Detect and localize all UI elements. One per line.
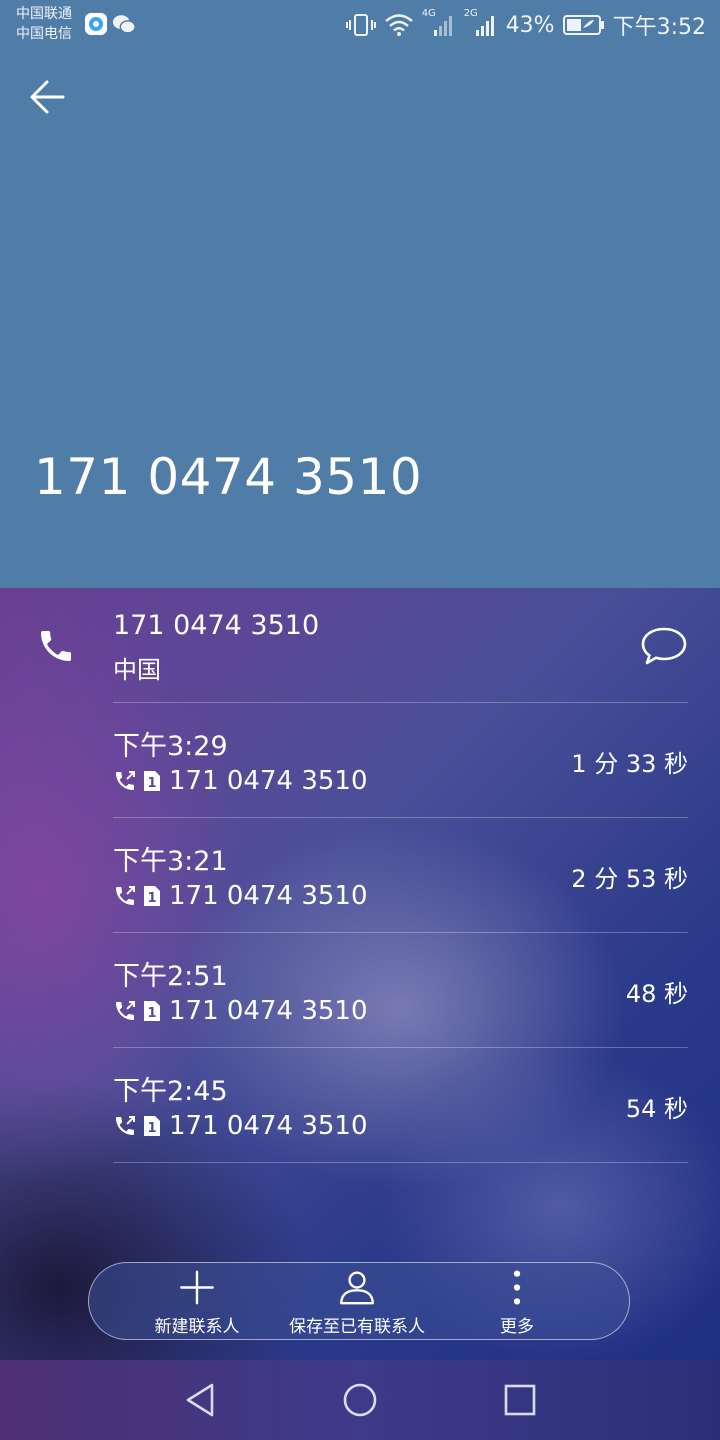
arrow-left-icon [30,80,65,114]
signal-1: 4G [422,8,456,38]
contact-header: 中国联通 中国电信 4G 2G 43% 下午3:52 171 0474 3510 [0,0,720,588]
call-number: 171 0474 3510 [169,1111,368,1141]
sim-1-icon: 1 [144,771,160,791]
sim-1-icon: 1 [144,886,160,906]
call-duration: 2 分 53 秒 [571,865,688,893]
wifi-icon [384,14,413,36]
call-meta: 1 171 0474 3510 [113,881,368,911]
clock: 下午3:52 [612,15,706,40]
status-indicators: 4G 2G 43% 下午3:52 [345,8,706,42]
navigation-bar [0,1360,720,1440]
nav-back-button[interactable] [180,1380,220,1420]
svg-text:1: 1 [147,776,156,791]
call-time: 下午3:29 [113,731,228,762]
call-time: 下午2:51 [113,961,228,992]
outgoing-call-icon [116,886,135,905]
more-button[interactable]: 更多 [487,1269,547,1337]
square-recents-icon [504,1384,536,1416]
svg-text:1: 1 [147,891,156,906]
call-time: 下午2:45 [113,1076,228,1107]
call-log-row[interactable]: 下午3:29 1 171 0474 3510 1 分 33 秒 [0,702,720,817]
battery-percent: 43% [505,12,555,38]
signal-2: 2G [464,8,498,38]
call-meta: 1 171 0474 3510 [113,766,368,796]
contact-location: 中国 [113,656,161,684]
call-meta: 1 171 0474 3510 [113,1111,368,1141]
action-bar: 新建联系人 保存至已有联系人 更多 [88,1262,630,1340]
sim-1-icon: 1 [144,1116,160,1136]
vibrate-icon [345,14,376,36]
signal-2-label: 2G [463,8,478,19]
call-duration: 1 分 33 秒 [571,750,688,778]
save-to-existing-button[interactable]: 保存至已有联系人 [277,1269,437,1337]
circle-home-icon [343,1383,377,1417]
sim-1-icon: 1 [144,1001,160,1021]
call-number: 171 0474 3510 [169,766,368,796]
call-time: 下午3:21 [113,846,228,877]
call-log-row[interactable]: 下午2:45 1 171 0474 3510 54 秒 [0,1047,720,1162]
nav-recents-button[interactable] [500,1380,540,1420]
nav-home-button[interactable] [340,1380,380,1420]
save-to-existing-label: 保存至已有联系人 [289,1317,425,1337]
app-notification-icon [85,13,107,35]
call-number: 171 0474 3510 [169,996,368,1026]
svg-text:1: 1 [147,1006,156,1021]
more-vertical-icon [513,1270,521,1305]
carrier-1: 中国联通 [16,6,72,22]
wechat-icon [112,15,136,34]
new-contact-button[interactable]: 新建联系人 [141,1269,253,1337]
person-icon [340,1271,374,1305]
call-duration: 54 秒 [625,1095,688,1123]
call-number: 171 0474 3510 [169,881,368,911]
call-log-row[interactable]: 下午3:21 1 171 0474 3510 2 分 53 秒 [0,817,720,932]
new-contact-label: 新建联系人 [154,1317,240,1337]
message-bubble-icon[interactable] [640,626,688,666]
call-log-row[interactable]: 下午2:51 1 171 0474 3510 48 秒 [0,932,720,1047]
header-phone-number: 171 0474 3510 [34,448,423,506]
plus-icon [180,1270,214,1305]
svg-text:1: 1 [147,1121,156,1136]
carrier-2: 中国电信 [16,26,72,42]
signal-1-label: 4G [421,8,436,19]
phone-icon[interactable] [36,626,76,666]
contact-number[interactable]: 171 0474 3510 [113,610,319,641]
more-label: 更多 [500,1317,534,1337]
outgoing-call-icon [116,1001,135,1020]
battery-icon [562,15,604,35]
call-duration: 48 秒 [625,980,688,1008]
call-meta: 1 171 0474 3510 [113,996,368,1026]
divider [113,1162,688,1163]
outgoing-call-icon [116,771,135,790]
back-button[interactable] [22,72,72,122]
call-details-panel: 171 0474 3510 中国 下午3:29 1 171 0474 3510 … [0,588,720,1360]
status-bar: 中国联通 中国电信 4G 2G 43% 下午3:52 [0,0,720,50]
outgoing-call-icon [116,1116,135,1135]
carrier-info: 中国联通 中国电信 [16,4,72,44]
triangle-back-icon [186,1383,214,1417]
